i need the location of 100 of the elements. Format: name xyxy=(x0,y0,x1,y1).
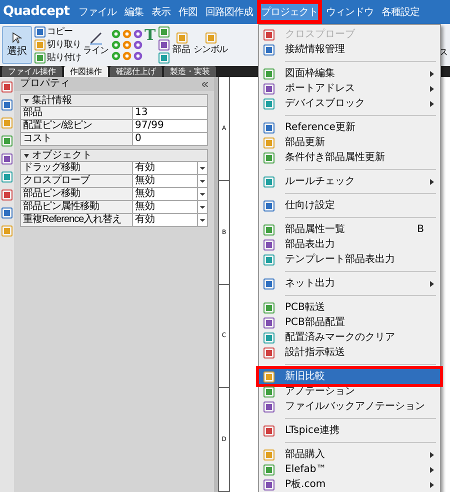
ribbon-tab[interactable]: 作図操作 xyxy=(64,66,108,77)
menu-item-icon xyxy=(263,238,275,250)
menu-entry[interactable]: ポートアドレス xyxy=(259,81,440,96)
menu-entry[interactable]: ファイルバックアノテーション xyxy=(259,399,440,414)
property-label: 部品 xyxy=(21,107,133,119)
menu-item-icon xyxy=(263,448,275,460)
line-button[interactable]: ライン xyxy=(83,24,108,66)
tool-icon xyxy=(1,99,13,111)
menu-item-icon xyxy=(263,224,275,236)
menu-entry[interactable]: 新旧比較 xyxy=(259,369,440,384)
menu-entry[interactable]: 条件付き部品属性更新 xyxy=(259,150,440,165)
property-dropdown[interactable]: 無効 xyxy=(133,175,207,187)
clipboard-button[interactable]: コピー xyxy=(34,26,81,38)
property-label: 部品ピン属性移動 xyxy=(21,201,133,213)
shape-tool-icon xyxy=(158,39,170,51)
cursor-icon xyxy=(12,32,22,44)
menu-entry[interactable]: Elefab™ xyxy=(259,462,440,477)
menu-item-icon xyxy=(263,332,275,344)
panel-title: プロパティ xyxy=(20,78,70,90)
menu-entry[interactable]: 配置済みマークのクリア xyxy=(259,330,440,345)
menu-item[interactable]: 編集 xyxy=(120,0,148,24)
menu-entry[interactable]: LTspice連携 xyxy=(259,423,440,438)
menu-item-icon xyxy=(263,316,275,328)
property-value: 13 xyxy=(134,107,149,119)
menu-entry[interactable]: PCB転送 xyxy=(259,300,440,315)
menu-entry[interactable]: 接続情報管理 xyxy=(259,42,440,57)
menu-item-icon xyxy=(263,44,275,56)
menu-entry[interactable]: PCB部品配置 xyxy=(259,315,440,330)
menu-entry[interactable]: 部品表出力 xyxy=(259,237,440,252)
menu-item-icon xyxy=(263,200,275,212)
property-dropdown[interactable]: 有効 xyxy=(133,162,207,174)
menu-item[interactable]: ファイル xyxy=(74,0,120,24)
property-label: 重複Reference入れ替え xyxy=(21,214,133,226)
menu-entry[interactable]: P板.com xyxy=(259,477,440,492)
menu-entry[interactable]: ルールチェック xyxy=(259,174,440,189)
parts-button[interactable]: 部品 xyxy=(172,24,192,66)
menu-entry[interactable]: テンプレート部品表出力 xyxy=(259,252,440,267)
menu-entry[interactable]: 図面枠編集 xyxy=(259,66,440,81)
collapse-triangle-icon[interactable] xyxy=(24,98,29,102)
collapse-triangle-icon[interactable] xyxy=(24,154,29,158)
menu-entry[interactable]: デバイスブロック xyxy=(259,96,440,111)
clipboard-button[interactable]: 切り取り xyxy=(34,39,81,51)
menu-entry[interactable]: 部品属性一覧 B xyxy=(259,222,440,237)
menu-item[interactable]: 回路図作成 xyxy=(201,0,257,24)
tool-icon xyxy=(1,117,13,129)
menu-entry[interactable]: アノテーション xyxy=(259,384,440,399)
menu-item-icon xyxy=(263,122,275,134)
menu-item-icon xyxy=(263,400,275,412)
select-button[interactable]: 選択 xyxy=(2,26,32,64)
pen-icon xyxy=(88,31,103,46)
menu-entry[interactable]: 部品更新 xyxy=(259,135,440,150)
property-label: 配置ピン/総ピン xyxy=(21,120,133,132)
app-logo: Quadcept xyxy=(3,4,70,20)
property-label: 部品ピン移動 xyxy=(21,188,133,200)
menu-item-icon xyxy=(263,68,275,80)
tool-icon xyxy=(1,153,13,165)
menu-item-icon xyxy=(263,346,275,358)
menu-item-icon xyxy=(263,82,275,94)
menu-item-icon xyxy=(263,136,275,148)
ribbon-tab[interactable]: 確認仕上げ xyxy=(110,66,162,77)
menu-item-icon xyxy=(263,278,275,290)
menu-item-icon xyxy=(263,152,275,164)
property-label: クロスプローブ xyxy=(21,175,133,187)
text-tool-button[interactable]: T xyxy=(144,26,156,44)
tool-icon xyxy=(1,225,13,237)
menu-item-icon xyxy=(263,98,275,110)
property-dropdown[interactable]: 有効 xyxy=(133,214,207,226)
menu-item[interactable]: 各種設定 xyxy=(377,0,424,24)
menu-entry[interactable]: 仕向け設定 xyxy=(259,198,440,213)
property-value: 0 xyxy=(134,133,142,145)
menu-entry[interactable]: ネット出力 xyxy=(259,276,440,291)
section-title: 集計情報 xyxy=(32,94,72,106)
menu-item-icon xyxy=(263,302,275,314)
menu-item[interactable]: ウィンドウ xyxy=(322,0,378,24)
tool-icon xyxy=(1,207,13,219)
property-dropdown[interactable]: 無効 xyxy=(133,188,207,200)
tool-icon xyxy=(1,135,13,147)
menu-entry[interactable]: 部品購入 xyxy=(259,447,440,462)
property-label: コスト xyxy=(21,133,133,145)
property-label: ドラッグ移動 xyxy=(21,162,133,174)
menu-item-icon xyxy=(263,424,275,436)
section-header[interactable]: 集計情報 xyxy=(20,94,208,107)
ribbon-tab[interactable]: ファイル操作 xyxy=(2,66,62,77)
tool-icon xyxy=(1,189,13,201)
menu-item-icon xyxy=(263,176,275,188)
tool-icon xyxy=(1,171,13,183)
menu-item[interactable]: 作図 xyxy=(174,0,202,24)
section-header[interactable]: オブジェクト xyxy=(20,149,208,162)
ribbon-tab[interactable]: 製造・実装 xyxy=(164,66,216,77)
section-title: オブジェクト xyxy=(32,150,92,162)
collapse-icon[interactable] xyxy=(202,82,208,86)
clipboard-button[interactable]: 貼り付け xyxy=(34,52,81,64)
menu-entry[interactable]: 設計指示転送 xyxy=(259,345,440,360)
property-dropdown[interactable]: 無効 xyxy=(133,201,207,213)
menu-entry[interactable]: Reference更新 xyxy=(259,120,440,135)
symbol-button[interactable]: シンボル xyxy=(194,24,228,66)
menu-item-icon xyxy=(263,464,275,476)
property-value: 97/99 xyxy=(134,120,165,132)
menu-item[interactable]: 表示 xyxy=(147,0,174,24)
tool-icon xyxy=(1,81,13,93)
